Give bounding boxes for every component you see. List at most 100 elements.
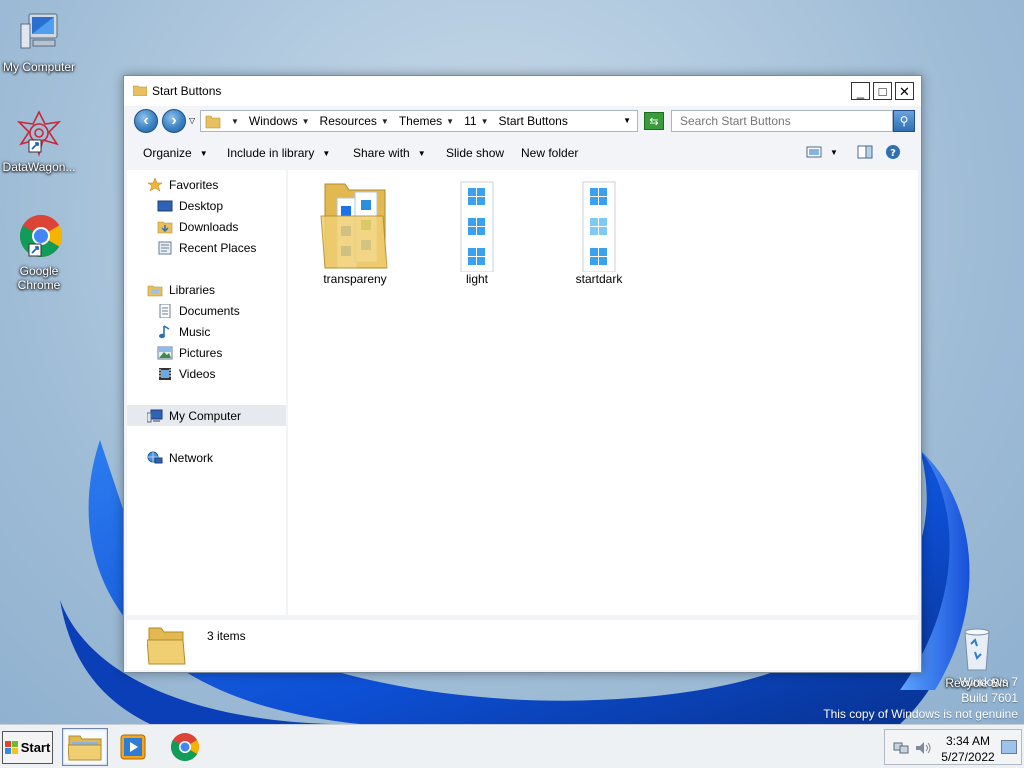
- nav-pictures[interactable]: Pictures: [127, 342, 286, 363]
- breadcrumb-themes[interactable]: Themes ▼: [399, 114, 460, 128]
- breadcrumb-label: Start Buttons: [498, 114, 568, 128]
- file-name: startdark: [575, 272, 623, 286]
- file-name: light: [465, 272, 488, 286]
- nav-my-computer[interactable]: My Computer: [127, 405, 286, 426]
- window-title: Start Buttons: [152, 84, 222, 98]
- clock-date: 5/27/2022: [941, 750, 995, 764]
- show-desktop-button[interactable]: [1001, 740, 1017, 754]
- desktop-icon-datawagon[interactable]: DataWagon...: [0, 110, 78, 174]
- title-bar[interactable]: Start Buttons _ □ ✕: [124, 76, 921, 106]
- network-icon: [147, 451, 163, 465]
- navigation-pane: Favorites Desktop Downloads Recent Place…: [127, 170, 286, 615]
- volume-icon[interactable]: [915, 741, 933, 755]
- nav-recent-places[interactable]: Recent Places: [127, 237, 286, 258]
- chrome-icon: [15, 214, 63, 262]
- file-list: transpareny light startdark: [288, 170, 918, 615]
- details-pane: 3 items: [127, 620, 918, 670]
- search-button[interactable]: ⚲: [893, 110, 915, 132]
- desktop-icon-label: My Computer: [2, 60, 76, 74]
- file-item-transpareny[interactable]: transpareny: [300, 176, 410, 286]
- clock-time: 3:34 AM: [945, 734, 991, 748]
- item-count: 3 items: [207, 629, 246, 643]
- slide-show-button[interactable]: Slide show: [446, 146, 504, 160]
- taskbar-chrome[interactable]: [162, 728, 208, 766]
- breadcrumb-label: Windows: [248, 114, 298, 128]
- new-folder-button[interactable]: New folder: [521, 146, 578, 160]
- desktop-icon-label: Google Chrome: [17, 264, 61, 292]
- close-button[interactable]: ✕: [895, 82, 914, 100]
- help-button[interactable]: ?: [885, 144, 901, 160]
- breadcrumb-root-arrow[interactable]: ▼: [227, 117, 245, 126]
- windows-watermark: Windows 7 Build 7601 This copy of Window…: [823, 674, 1018, 722]
- organize-button[interactable]: Organize ▼: [143, 146, 208, 160]
- newfolder-label: New folder: [521, 146, 579, 160]
- include-in-library-button[interactable]: Include in library ▼: [227, 146, 330, 160]
- image-thumbnail-icon: [459, 176, 495, 272]
- slideshow-label: Slide show: [446, 146, 505, 160]
- breadcrumb-11[interactable]: 11 ▼: [464, 114, 494, 128]
- forward-button[interactable]: ›: [162, 109, 186, 133]
- address-history-dropdown[interactable]: ▼: [623, 116, 631, 125]
- file-item-light[interactable]: light: [422, 176, 532, 286]
- refresh-icon: ⇆: [649, 115, 659, 128]
- nav-network[interactable]: Network: [127, 447, 286, 468]
- folder-icon: [133, 85, 147, 96]
- star-icon: [147, 176, 163, 192]
- chevron-down-icon: ▼: [322, 148, 331, 158]
- watermark-line: Windows 7: [959, 675, 1018, 689]
- organize-label: Organize: [143, 146, 192, 160]
- nav-libraries[interactable]: Libraries: [127, 279, 286, 300]
- close-icon: ✕: [899, 83, 910, 99]
- start-button[interactable]: Start: [2, 731, 53, 764]
- nav-desktop[interactable]: Desktop: [127, 195, 286, 216]
- nav-label: Desktop: [179, 198, 224, 213]
- nav-videos[interactable]: Videos: [127, 363, 286, 384]
- recent-pages-dropdown[interactable]: ▽: [189, 116, 195, 125]
- desktop-icon-chrome[interactable]: Google Chrome: [0, 214, 78, 292]
- nav-label: Network: [169, 450, 214, 465]
- pictures-icon: [157, 346, 173, 360]
- back-button[interactable]: ‹: [134, 109, 158, 133]
- nav-label: Music: [179, 324, 211, 339]
- preview-pane-button[interactable]: [857, 145, 873, 159]
- desktop-icon-my-computer[interactable]: My Computer: [0, 10, 78, 74]
- watermark-line: Build 7601: [961, 691, 1018, 705]
- breadcrumb-resources[interactable]: Resources ▼: [320, 114, 395, 128]
- nav-music[interactable]: Music: [127, 321, 286, 342]
- change-view-button[interactable]: ▼: [806, 145, 838, 159]
- chevron-down-icon: ▼: [301, 116, 310, 126]
- nav-downloads[interactable]: Downloads: [127, 216, 286, 237]
- search-icon: ⚲: [899, 114, 909, 128]
- maximize-button[interactable]: □: [873, 82, 892, 100]
- datawagon-icon: [15, 110, 63, 158]
- refresh-button[interactable]: ⇆: [644, 112, 664, 130]
- recycle-bin-icon: [953, 626, 1001, 674]
- taskbar: Start 3:34 AM 5/27/2022: [0, 724, 1024, 768]
- help-icon: ?: [886, 145, 900, 159]
- nav-favorites[interactable]: Favorites: [127, 174, 286, 195]
- include-label: Include in library: [227, 146, 315, 160]
- share-label: Share with: [353, 146, 410, 160]
- clock[interactable]: 3:34 AM 5/27/2022: [937, 733, 999, 765]
- system-tray: 3:34 AM 5/27/2022: [884, 729, 1022, 765]
- share-with-button[interactable]: Share with ▼: [353, 146, 426, 160]
- nav-label: My Computer: [169, 408, 242, 423]
- arrow-right-icon: ›: [171, 112, 177, 129]
- nav-label: Documents: [179, 303, 240, 318]
- explorer-window: Start Buttons _ □ ✕ ‹ › ▽ ▼ Windows ▼ Res…: [123, 75, 922, 673]
- folder-icon: [315, 176, 395, 272]
- breadcrumb-label: Resources: [319, 114, 377, 128]
- taskbar-media-player[interactable]: [110, 728, 156, 766]
- nav-documents[interactable]: Documents: [127, 300, 286, 321]
- search-input[interactable]: [671, 110, 893, 132]
- minimize-button[interactable]: _: [851, 82, 870, 100]
- libraries-icon: [147, 283, 163, 297]
- address-bar[interactable]: ▼ Windows ▼ Resources ▼ Themes ▼ 11 ▼ Start …: [200, 110, 638, 132]
- music-icon: [157, 324, 173, 339]
- breadcrumb-windows[interactable]: Windows ▼: [249, 114, 316, 128]
- breadcrumb-start-buttons[interactable]: Start Buttons: [498, 114, 567, 128]
- arrow-left-icon: ‹: [143, 112, 149, 129]
- network-tray-icon[interactable]: [893, 741, 909, 755]
- file-item-startdark[interactable]: startdark: [544, 176, 654, 286]
- taskbar-explorer[interactable]: [62, 728, 108, 766]
